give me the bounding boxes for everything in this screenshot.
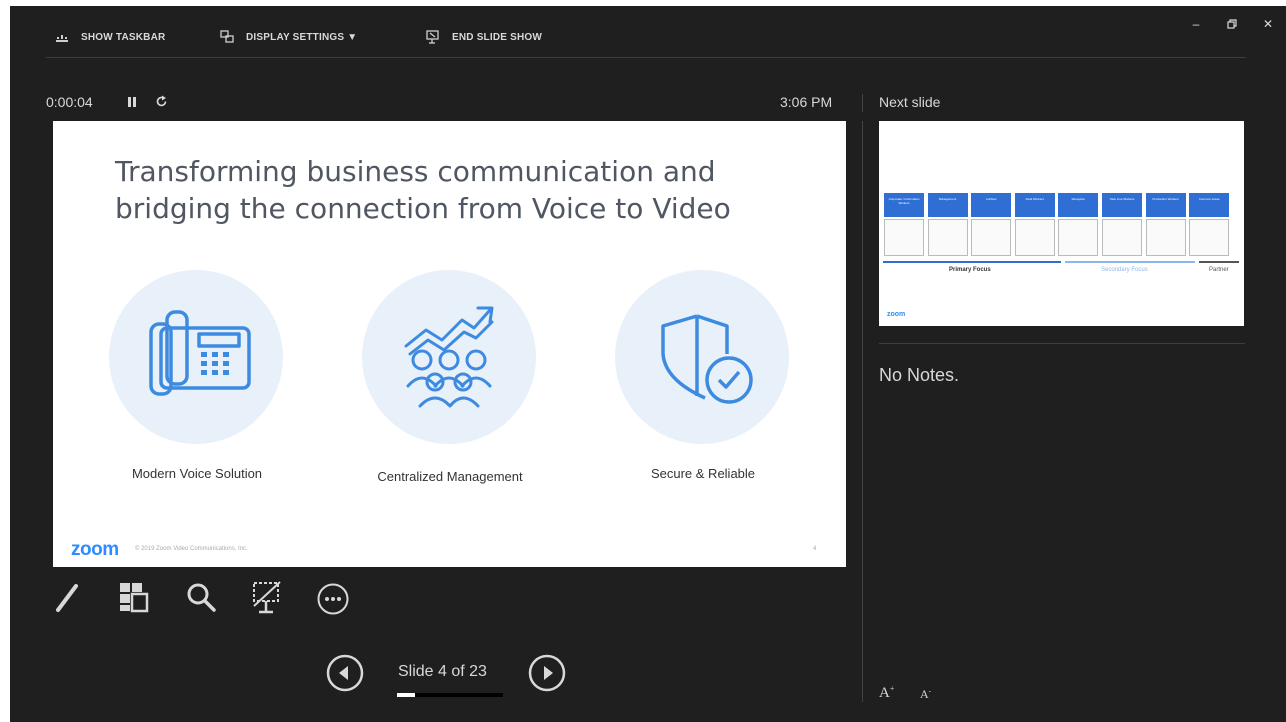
- presenter-view-window: SHOW TASKBAR DISPLAY SETTINGS ▼ END SLID…: [10, 6, 1286, 722]
- partner-label: Partner: [1209, 267, 1229, 273]
- elapsed-timer: 0:00:04: [46, 94, 93, 110]
- slide-title: Transforming business communication and …: [115, 155, 731, 225]
- header-divider: [862, 94, 863, 112]
- thumbnail-column-header: Lobbies: [971, 193, 1012, 217]
- previous-slide-button[interactable]: [326, 654, 364, 692]
- show-taskbar-label: SHOW TASKBAR: [81, 31, 166, 43]
- thumbnail-column-header: Field Workers: [1014, 193, 1055, 217]
- secondary-focus-label: Secondary Focus: [1101, 267, 1148, 273]
- pane-divider: [862, 121, 863, 702]
- more-options-icon[interactable]: [316, 582, 350, 616]
- slide-page-number: 4: [813, 546, 817, 552]
- feature-caption: Modern Voice Solution: [131, 466, 263, 481]
- see-all-slides-icon[interactable]: [118, 580, 150, 614]
- feature-circle-voice: [109, 270, 283, 444]
- restore-icon[interactable]: [1224, 16, 1240, 32]
- show-taskbar-button[interactable]: SHOW TASKBAR: [55, 28, 165, 46]
- increase-font-icon[interactable]: A+: [879, 684, 894, 702]
- close-icon[interactable]: ✕: [1260, 16, 1276, 32]
- primary-focus-bar: [883, 261, 1061, 263]
- thumbnail-column-body: [927, 219, 968, 256]
- display-settings-label: DISPLAY SETTINGS ▼: [246, 31, 358, 43]
- thumbnail-column-body: [1145, 219, 1186, 256]
- thumbnail-column-header: Reception: [1058, 193, 1099, 217]
- feature-circle-management: [362, 270, 536, 444]
- zoom-magnifier-icon[interactable]: [185, 580, 217, 614]
- decrease-font-icon[interactable]: A-: [920, 687, 931, 702]
- end-slide-show-button[interactable]: END SLIDE SHOW: [426, 28, 542, 46]
- thumbnail-column-header: Task Line Workers: [1102, 193, 1142, 217]
- growth-team-icon: [404, 306, 494, 408]
- shield-check-icon: [661, 314, 753, 404]
- next-slide-thumbnail[interactable]: Corporate / Information Workers Managemen…: [879, 121, 1244, 326]
- taskbar-icon: [56, 35, 68, 42]
- speaker-notes: No Notes.: [879, 365, 960, 385]
- thumbnail-column-header: Production Workers: [1145, 193, 1186, 217]
- notes-divider: [879, 343, 1245, 344]
- display-settings-button[interactable]: DISPLAY SETTINGS ▼: [220, 28, 357, 46]
- slide-progress-bar: [397, 693, 503, 697]
- feature-caption: Centralized Management: [377, 469, 523, 484]
- restart-timer-icon[interactable]: [155, 95, 168, 108]
- presenter-toolbar: SHOW TASKBAR DISPLAY SETTINGS ▼ END SLID…: [10, 6, 1286, 56]
- thumbnail-zoom-logo: zoom: [887, 311, 906, 318]
- pause-timer-icon[interactable]: [127, 96, 137, 108]
- next-slide-button[interactable]: [528, 654, 566, 692]
- thumbnail-column-header: Management: [927, 193, 968, 217]
- zoom-logo: zoom: [71, 539, 119, 560]
- slide-copyright: © 2019 Zoom Video Communications, Inc.: [135, 546, 248, 552]
- secondary-focus-bar: [1065, 261, 1195, 263]
- desk-phone-icon: [149, 310, 251, 396]
- primary-focus-label: Primary Focus: [949, 267, 991, 273]
- toolbar-divider: [46, 57, 1246, 58]
- current-time: 3:06 PM: [780, 94, 833, 110]
- feature-circle-security: [615, 270, 789, 444]
- pen-icon[interactable]: [52, 580, 82, 614]
- thumbnail-column-body: [884, 219, 924, 256]
- next-slide-label: Next slide: [879, 94, 941, 110]
- thumbnail-column-body: [1102, 219, 1142, 256]
- black-screen-icon[interactable]: [250, 580, 284, 616]
- thumbnail-column-body: [971, 219, 1012, 256]
- thumbnail-column-body: [1014, 219, 1055, 256]
- current-slide[interactable]: Transforming business communication and …: [53, 121, 846, 567]
- slide-progress-fill: [397, 693, 416, 697]
- thumbnail-column-body: [1058, 219, 1099, 256]
- partner-bar: [1199, 261, 1239, 263]
- end-slide-show-label: END SLIDE SHOW: [452, 31, 543, 43]
- thumbnail-column-header: Corporate / Information Workers: [884, 193, 924, 217]
- thumbnail-column-body: [1189, 219, 1230, 256]
- slide-counter[interactable]: Slide 4 of 23: [398, 663, 487, 681]
- thumbnail-column-header: Common Areas: [1189, 193, 1230, 217]
- feature-caption: Secure & Reliable: [650, 466, 756, 481]
- end-slide-show-icon: [426, 30, 439, 44]
- minimize-icon[interactable]: –: [1188, 16, 1204, 32]
- display-settings-icon: [220, 30, 234, 43]
